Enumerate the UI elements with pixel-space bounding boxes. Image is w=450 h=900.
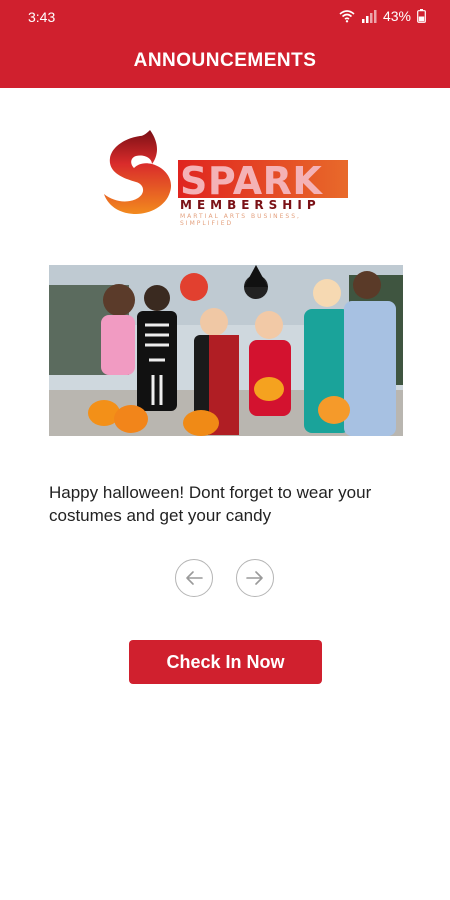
wifi-icon bbox=[339, 10, 355, 23]
check-in-button[interactable]: Check In Now bbox=[129, 640, 322, 684]
signal-icon bbox=[361, 9, 377, 23]
logo-tagline: MARTIAL ARTS BUSINESS, SIMPLIFIED bbox=[180, 213, 301, 227]
status-time: 3:43 bbox=[28, 9, 56, 25]
logo-wordmark: SPARK bbox=[180, 159, 323, 203]
arrow-left-icon bbox=[186, 571, 203, 585]
status-bar: 3:43 43% bbox=[0, 0, 450, 34]
announcement-message: Happy halloween! Dont forget to wear you… bbox=[49, 483, 372, 525]
costume-kids-image bbox=[49, 265, 403, 436]
logo-subtitle: MEMBERSHIP bbox=[180, 198, 321, 212]
spark-logo: SPARK MEMBERSHIP MARTIAL ARTS BUSINESS, … bbox=[100, 126, 350, 227]
status-icons: 43% bbox=[339, 8, 426, 24]
battery-percent: 43% bbox=[382, 8, 411, 24]
previous-button[interactable] bbox=[175, 559, 213, 597]
app-bar: ANNOUNCEMENTS bbox=[0, 34, 450, 88]
arrow-right-icon bbox=[246, 571, 263, 585]
battery-icon bbox=[417, 9, 426, 23]
page-title: ANNOUNCEMENTS bbox=[133, 50, 317, 71]
announcement-image bbox=[49, 265, 403, 436]
next-button[interactable] bbox=[236, 559, 274, 597]
